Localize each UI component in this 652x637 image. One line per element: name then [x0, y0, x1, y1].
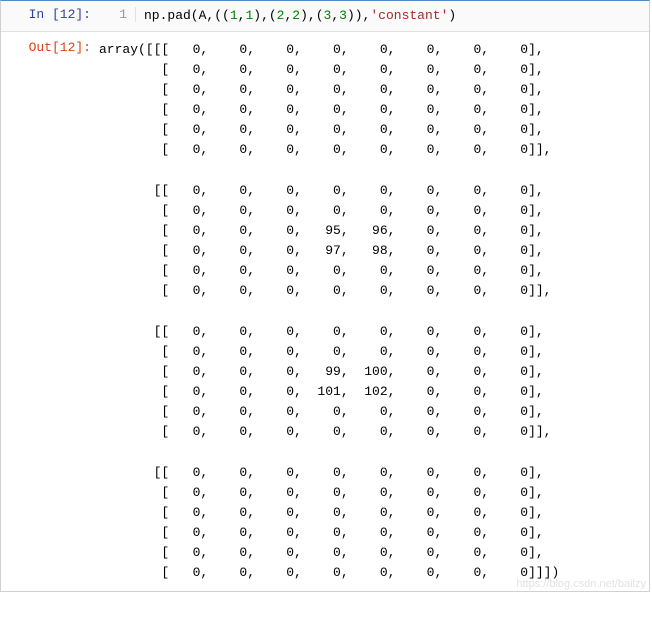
code-token: 3: [339, 8, 347, 23]
code-token: np.pad(A,((: [144, 8, 230, 23]
line-gutter: 1: [99, 7, 136, 22]
code-token: ),(: [253, 8, 276, 23]
code-token: )),: [347, 8, 370, 23]
notebook-cell: In [12]: 1 np.pad(A,((1,1),(2,2),(3,3)),…: [0, 0, 650, 592]
code-token: ,: [331, 8, 339, 23]
code-token: ): [448, 8, 456, 23]
code-token: 2: [292, 8, 300, 23]
code-input[interactable]: np.pad(A,((1,1),(2,2),(3,3)),'constant'): [144, 7, 649, 25]
input-cell: In [12]: 1 np.pad(A,((1,1),(2,2),(3,3)),…: [1, 1, 649, 32]
output-cell: Out[12]: array([[[ 0, 0, 0, 0, 0, 0, 0, …: [1, 32, 649, 592]
watermark-text: https://blog.csdn.net/bailzy: [0, 578, 646, 590]
code-token: ),(: [300, 8, 323, 23]
code-token: 1: [230, 8, 238, 23]
input-prompt: In [12]:: [1, 7, 99, 22]
output-prompt: Out[12]:: [1, 40, 99, 55]
code-token: 'constant': [370, 8, 448, 23]
output-text: array([[[ 0, 0, 0, 0, 0, 0, 0, 0], [ 0, …: [99, 40, 649, 584]
